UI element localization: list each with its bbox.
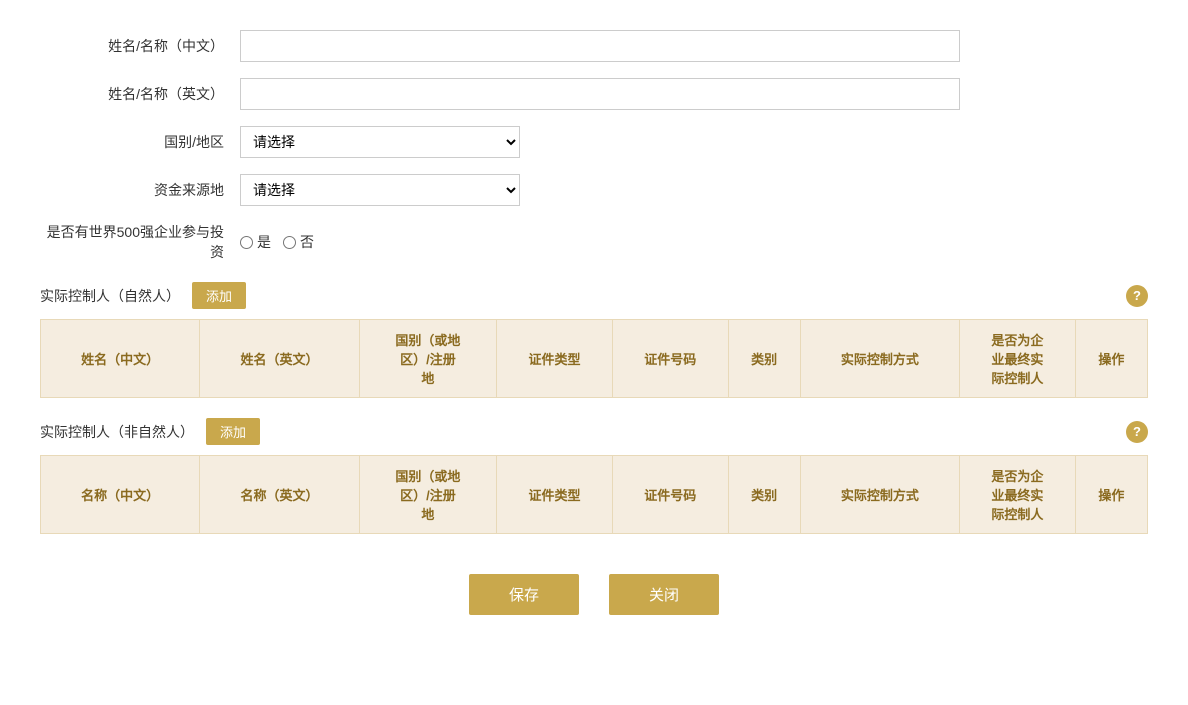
- section2-add-button[interactable]: 添加: [206, 418, 260, 445]
- section2-col-country: 国别（或地区）/注册地: [359, 456, 497, 534]
- section2-header: 实际控制人（非自然人） 添加 ?: [40, 418, 1148, 445]
- section1-col-country: 国别（或地区）/注册地: [359, 320, 497, 398]
- section1-col-action: 操作: [1075, 320, 1147, 398]
- section2-col-name-en: 名称（英文）: [200, 456, 359, 534]
- section2-col-control-method: 实际控制方式: [800, 456, 959, 534]
- fortune500-yes-label: 是: [257, 232, 271, 252]
- section1-col-cert-no: 证件号码: [612, 320, 728, 398]
- section2-table-header-row: 名称（中文） 名称（英文） 国别（或地区）/注册地 证件类型 证件号码 类别 实…: [41, 456, 1148, 534]
- section1-col-cert-type: 证件类型: [497, 320, 613, 398]
- fortune500-yes-radio[interactable]: [240, 236, 253, 249]
- fortune500-no-radio[interactable]: [283, 236, 296, 249]
- section2-col-cert-type: 证件类型: [497, 456, 613, 534]
- section2-help-icon[interactable]: ?: [1126, 421, 1148, 443]
- fund-source-select[interactable]: 请选择: [240, 174, 520, 206]
- name-en-label: 姓名/名称（英文）: [40, 84, 240, 104]
- section2-col-name-cn: 名称（中文）: [41, 456, 200, 534]
- section2-title: 实际控制人（非自然人）: [40, 422, 194, 442]
- save-button[interactable]: 保存: [469, 574, 579, 615]
- name-en-input[interactable]: [240, 78, 960, 110]
- section1-table-header-row: 姓名（中文） 姓名（英文） 国别（或地区）/注册地 证件类型 证件号码 类别 实…: [41, 320, 1148, 398]
- section1-add-button[interactable]: 添加: [192, 282, 246, 309]
- section2-table: 名称（中文） 名称（英文） 国别（或地区）/注册地 证件类型 证件号码 类别 实…: [40, 455, 1148, 534]
- section1-header: 实际控制人（自然人） 添加 ?: [40, 282, 1148, 309]
- section2-col-category: 类别: [728, 456, 800, 534]
- section1-table: 姓名（中文） 姓名（英文） 国别（或地区）/注册地 证件类型 证件号码 类别 实…: [40, 319, 1148, 398]
- close-button[interactable]: 关闭: [609, 574, 719, 615]
- country-label: 国别/地区: [40, 132, 240, 152]
- fortune500-no-label: 否: [300, 232, 314, 252]
- fortune500-no-option[interactable]: 否: [283, 232, 314, 252]
- section1-col-control-method: 实际控制方式: [800, 320, 959, 398]
- section2-col-action: 操作: [1075, 456, 1147, 534]
- fund-source-label: 资金来源地: [40, 180, 240, 200]
- fortune500-radio-group: 是 否: [240, 232, 314, 252]
- name-cn-input[interactable]: [240, 30, 960, 62]
- fortune500-label: 是否有世界500强企业参与投资: [40, 222, 240, 262]
- section1-col-final-controller: 是否为企业最终实际控制人: [960, 320, 1076, 398]
- section1-col-name-cn: 姓名（中文）: [41, 320, 200, 398]
- section1-title: 实际控制人（自然人）: [40, 286, 180, 306]
- fortune500-yes-option[interactable]: 是: [240, 232, 271, 252]
- section2-col-final-controller: 是否为企业最终实际控制人: [960, 456, 1076, 534]
- name-cn-label: 姓名/名称（中文）: [40, 36, 240, 56]
- section1-col-category: 类别: [728, 320, 800, 398]
- section1-help-icon[interactable]: ?: [1126, 285, 1148, 307]
- section2-col-cert-no: 证件号码: [612, 456, 728, 534]
- country-select[interactable]: 请选择: [240, 126, 520, 158]
- section1-col-name-en: 姓名（英文）: [200, 320, 359, 398]
- bottom-buttons: 保存 关闭: [40, 574, 1148, 615]
